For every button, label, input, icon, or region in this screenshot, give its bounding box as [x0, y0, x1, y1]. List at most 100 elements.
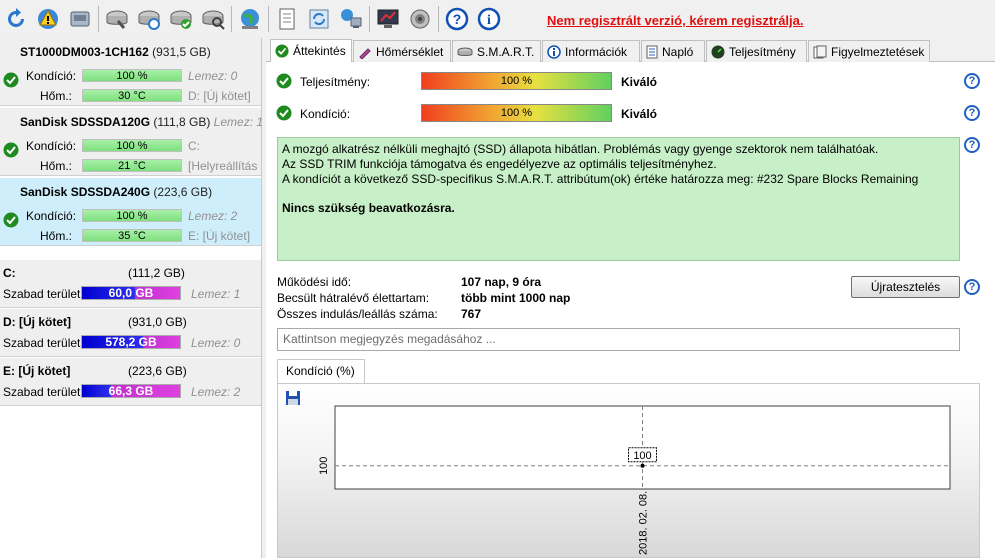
free-space-value: 60,0 GB — [108, 286, 154, 300]
status-action: Nincs szükség beavatkozásra. — [282, 201, 455, 215]
refresh-icon[interactable] — [2, 5, 30, 33]
disk-capacity: (111,8 GB) — [153, 115, 211, 129]
free-space-label: Szabad terület — [3, 336, 81, 350]
free-space-value: 66,3 GB — [108, 384, 154, 398]
tab-figyelmeztetesek[interactable]: Figyelmeztetések — [808, 40, 930, 62]
help-icon[interactable]: ? — [964, 73, 980, 89]
kondicio-label: Kondíció: — [26, 139, 77, 153]
sync-icon[interactable] — [305, 5, 333, 33]
lifetime-value: több mint 1000 nap — [461, 291, 571, 305]
kondicio-label: Kondíció: — [26, 69, 77, 83]
disk-item[interactable]: ST1000DM003-1CH162 (931,5 GB) Kondíció: … — [0, 38, 261, 106]
volume-size: (223,6 GB) — [128, 364, 187, 378]
help-icon[interactable]: ? — [964, 137, 980, 153]
volume-size: (111,2 GB) — [128, 266, 185, 280]
volume-item[interactable]: D: [Új kötet] (931,0 GB) Szabad terület … — [0, 309, 261, 357]
info-icon — [547, 44, 561, 59]
kondicio-bar: 100 % — [82, 139, 182, 152]
tab-bar: Áttekintés Hőmérséklet S.M.A.R.T. Inform… — [266, 38, 995, 62]
free-space-label: Szabad terület — [3, 385, 81, 399]
ok-check-icon — [276, 105, 292, 124]
volume-name: E: [Új kötet] — [3, 364, 71, 378]
help-icon[interactable]: ? — [964, 279, 980, 295]
monitor-icon[interactable] — [374, 5, 402, 33]
volume-disk-index: Lemez: 1 — [191, 287, 241, 301]
tab-label: Információk — [565, 44, 628, 59]
tab-chart-kondicio[interactable]: Kondíció (%) — [277, 359, 365, 383]
disk-index: Lemez: 2 — [188, 209, 238, 223]
disk-item[interactable]: SanDisk SDSSDA120G (111,8 GB) Lemez: 1 K… — [0, 108, 263, 176]
volume-item[interactable]: C: (111,2 GB) Szabad terület 60,0 GB Lem… — [0, 260, 261, 308]
tab-smart[interactable]: S.M.A.R.T. — [452, 40, 541, 62]
condition-bar: 100 % — [421, 104, 612, 122]
smart-icon — [457, 46, 473, 58]
start-stop-value: 767 — [461, 307, 482, 321]
disk-item-selected[interactable]: SanDisk SDSSDA240G (223,6 GB) Kondíció: … — [0, 178, 261, 246]
tab-label: Figyelmeztetések — [831, 44, 925, 59]
performance-label: Teljesítmény: — [300, 75, 371, 89]
help-icon[interactable]: ? — [964, 105, 980, 121]
y-tick-label: 100 — [318, 457, 330, 475]
status-description: A mozgó alkatrész nélküli meghajtó (SSD)… — [277, 137, 960, 261]
uptime-value: 107 nap, 9 óra — [461, 275, 542, 289]
disk-index: Lemez: 0 — [188, 69, 238, 83]
data-point — [640, 463, 645, 468]
retest-button[interactable]: Újratesztelés — [851, 276, 960, 298]
disk-check-icon[interactable] — [167, 5, 195, 33]
help-icon[interactable]: ? — [443, 5, 471, 33]
globe-icon[interactable] — [236, 5, 264, 33]
disk-search-icon[interactable] — [199, 5, 227, 33]
hom-bar: 30 °C — [82, 89, 182, 102]
volume-disk-index: Lemez: 2 — [191, 385, 241, 399]
condition-label: Kondíció: — [300, 107, 351, 121]
note-input[interactable]: Kattintson megjegyzés megadásához ... — [277, 328, 960, 351]
hom-label: Hőm.: — [40, 89, 73, 103]
tab-naplo[interactable]: Napló — [641, 40, 705, 62]
kondicio-bar: 100 % — [82, 209, 182, 222]
gauge-icon — [711, 45, 725, 59]
disk-name: ST1000DM003-1CH162 — [20, 45, 149, 59]
document-icon[interactable] — [273, 5, 301, 33]
toolbar: ? i Nem regisztrált verzió, kérem regisz… — [0, 0, 995, 38]
disk-name: SanDisk SDSSDA120G — [20, 115, 151, 129]
disk-tools-icon[interactable] — [103, 5, 131, 33]
unregistered-link[interactable]: Nem regisztrált verzió, kérem regisztrál… — [547, 13, 804, 28]
disk-capacity: (931,5 GB) — [152, 45, 211, 59]
disk-volume: C: — [188, 139, 200, 153]
tab-attekintes[interactable]: Áttekintés — [270, 39, 352, 62]
tab-informaciok[interactable]: Információk — [542, 40, 640, 62]
hom-label: Hőm.: — [40, 159, 73, 173]
tab-homerseklet[interactable]: Hőmérséklet — [353, 40, 451, 62]
info-icon[interactable]: i — [475, 5, 503, 33]
ok-check-icon — [3, 72, 19, 91]
free-space-value: 578,2 GB — [105, 335, 157, 349]
left-panel: ST1000DM003-1CH162 (931,5 GB) Kondíció: … — [0, 38, 263, 558]
lifetime-label: Becsült hátralévő élettartam: — [277, 291, 430, 305]
data-label: 100 — [633, 450, 651, 462]
drive-icon[interactable] — [66, 5, 94, 33]
kondicio-label: Kondíció: — [26, 209, 77, 223]
status-line: A mozgó alkatrész nélküli meghajtó (SSD)… — [282, 142, 879, 156]
uptime-label: Működési idő: — [277, 275, 352, 289]
log-icon — [646, 45, 658, 59]
status-line: Az SSD TRIM funkciója támogatva és enged… — [282, 157, 717, 171]
ok-check-icon — [3, 212, 19, 231]
speaker-icon[interactable] — [406, 5, 434, 33]
warning-icon[interactable] — [34, 5, 62, 33]
free-space-bar: 60,0 GB — [81, 286, 181, 300]
chart-area: 100 100 2018. 02. 08. — [277, 383, 980, 558]
tab-label: Teljesítmény — [729, 44, 796, 59]
volume-name: C: — [3, 266, 16, 280]
disk-volume: E: [Új kötet] — [188, 229, 251, 243]
disk-refresh-icon[interactable] — [135, 5, 163, 33]
disk-capacity: (223,6 GB) — [153, 185, 213, 199]
network-icon[interactable] — [337, 5, 365, 33]
tab-teljesitmeny[interactable]: Teljesítmény — [706, 40, 807, 62]
volume-disk-index: Lemez: 0 — [191, 336, 241, 350]
performance-rating: Kiváló — [621, 75, 658, 89]
volume-item[interactable]: E: [Új kötet] (223,6 GB) Szabad terület … — [0, 358, 261, 406]
tab-label: Áttekintés — [293, 44, 346, 58]
ok-check-icon — [276, 73, 292, 92]
kondicio-bar: 100 % — [82, 69, 182, 82]
condition-chart: 100 100 2018. 02. 08. — [318, 405, 951, 555]
